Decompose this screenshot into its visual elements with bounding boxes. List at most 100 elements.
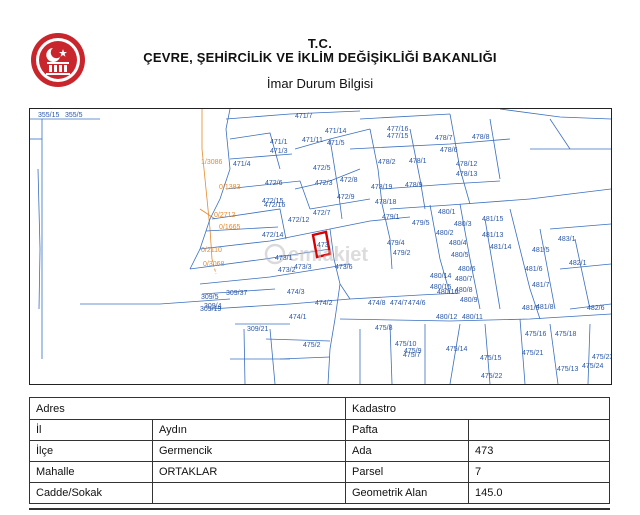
parcel-label: 471/14 (325, 128, 347, 135)
parcel-label: 309/19 (200, 306, 222, 313)
parcel-label: 471/3 (270, 148, 288, 155)
parcel-label: 479/2 (393, 250, 411, 257)
parcel-label: 479/5 (412, 220, 430, 227)
parcel-label: 471/11 (302, 137, 323, 144)
bottom-rule (29, 508, 610, 510)
parcel-label: 472/12 (288, 217, 310, 224)
parcel-label: 478/19 (371, 184, 393, 191)
parcel-label: 472/7 (313, 210, 331, 217)
parcel-label: 471/1 (270, 139, 288, 146)
parcel-label: 474/8 (368, 300, 386, 307)
parcel-label: 472/9 (337, 194, 355, 201)
parcel-label: 474/1 (289, 314, 307, 321)
parcel-label: 482/1 (569, 260, 587, 267)
parcel-label: 474/2 (315, 300, 333, 307)
parcel-label: 480/2 (436, 230, 454, 237)
parcel-label: 472/8 (340, 177, 358, 184)
parcel-label: 475/2 (303, 342, 321, 349)
field-value: 473 (468, 440, 610, 462)
parcel-label: 478/1 (409, 158, 427, 165)
field-label: Geometrik Alan (345, 482, 469, 504)
parcel-label: 475/7 (403, 352, 421, 359)
parcel-label: 478/6 (440, 147, 458, 154)
parcel-label: 480/8 (455, 287, 473, 294)
parcel-label: 481/13 (482, 232, 504, 239)
table-row: İlçe Germencik Ada 473 (29, 440, 610, 462)
parcel-label: 475/18 (555, 331, 577, 338)
parcel-label: 309/21 (247, 326, 269, 333)
parcel-label: 477/15 (387, 133, 409, 140)
header-tc: T.C. (307, 36, 333, 51)
field-value: 7 (468, 461, 610, 483)
parcel-label: 0/1665 (219, 224, 241, 231)
parcel-label: 482/6 (587, 305, 605, 312)
parcel-label: 478/18 (375, 199, 397, 206)
parcel-label: 471/7 (295, 113, 313, 120)
table-row: Cadde/Sokak Geometrik Alan 145.0 (29, 482, 610, 504)
parcel-label: 309/37 (226, 290, 248, 297)
parcel-label: 473/6 (335, 264, 353, 271)
parcel-label: 475/8 (375, 325, 393, 332)
field-label: Cadde/Sokak (29, 482, 153, 504)
parcel-label: 479/1 (382, 214, 400, 221)
parcel-label: 478/2 (378, 159, 396, 166)
parcel-label: 475/21 (522, 350, 544, 357)
parcel-label: 0/2712 (214, 212, 236, 219)
field-label: Pafta (345, 419, 469, 441)
parcel-label: 480/4 (449, 240, 467, 247)
parcel-label: 480/14 (430, 273, 452, 280)
parcel-label: 471/5 (327, 140, 345, 147)
parcel-label: 474/3 (287, 289, 305, 296)
parcel-label: 474/7 (390, 300, 408, 307)
parcel-label: 472/6 (265, 180, 283, 187)
parcel-label: 478/13 (456, 171, 478, 178)
parcel-label: 1/3086 (201, 159, 223, 166)
parcel-label: 475/16 (525, 331, 547, 338)
parcel-label: 0/2110 (201, 247, 222, 254)
parcel-label: 475/15 (480, 355, 502, 362)
parcel-label: 481/7 (532, 282, 550, 289)
field-label: Parsel (345, 461, 469, 483)
parcel-label: 480/3 (454, 221, 472, 228)
parcel-label: 481/8 (536, 304, 554, 311)
parcel-label: 475/14 (446, 346, 468, 353)
parcel-label: 473 (317, 242, 329, 249)
parcel-label: 478/12 (456, 161, 478, 168)
parcel-label: 481/14 (490, 244, 512, 251)
zoning-map[interactable]: emlakjet 355/15 355/5 471/7 471/1 471/14 477/… (29, 108, 612, 385)
table-header-row: Adres Kadastro (29, 397, 610, 420)
parcel-label: 475/13 (557, 366, 579, 373)
parcel-label: 478/8 (472, 134, 490, 141)
field-label: İl (29, 419, 153, 441)
field-value: ORTAKLAR (152, 461, 346, 483)
parcel-label: 478/9 (405, 182, 423, 189)
parcel-label: 481/15 (482, 216, 504, 223)
parcel-label: 355/15 (38, 112, 60, 119)
parcel-label: 0/1383 (219, 184, 241, 191)
parcel-label: 480/1 (438, 209, 456, 216)
parcel-label: 355/5 (65, 112, 83, 119)
parcel-label: 481/6 (525, 266, 543, 273)
parcel-label: 473/2 (278, 267, 296, 274)
address-header: Adres (29, 397, 346, 420)
parcel-label: 472/3 (315, 180, 333, 187)
field-label: Ada (345, 440, 469, 462)
parcel-label: 0/3068 (203, 261, 225, 268)
parcel-label: 475/23 (592, 354, 611, 361)
parcel-label: 474/6 (408, 300, 426, 307)
parcel-label: 473/1 (275, 255, 293, 262)
parcel-label: 478/7 (435, 135, 453, 142)
parcel-label: 472/14 (262, 232, 284, 239)
parcel-label: 472/5 (313, 165, 331, 172)
parcel-label: 480/6 (458, 266, 476, 273)
parcel-label: 479/4 (387, 240, 405, 247)
field-value: Germencik (152, 440, 346, 462)
parcel-map-canvas[interactable]: emlakjet 355/15 355/5 471/7471/1471/14 477/… (30, 109, 611, 384)
parcel-label: 475/10 (395, 341, 417, 348)
parcel-label: 480/9 (460, 297, 478, 304)
parcel-label: 480/7 (455, 276, 473, 283)
field-value (152, 482, 346, 504)
parcel-label: 477/16 (387, 126, 409, 133)
table-row: Mahalle ORTAKLAR Parsel 7 (29, 461, 610, 483)
parcel-label: 481/5 (532, 247, 550, 254)
